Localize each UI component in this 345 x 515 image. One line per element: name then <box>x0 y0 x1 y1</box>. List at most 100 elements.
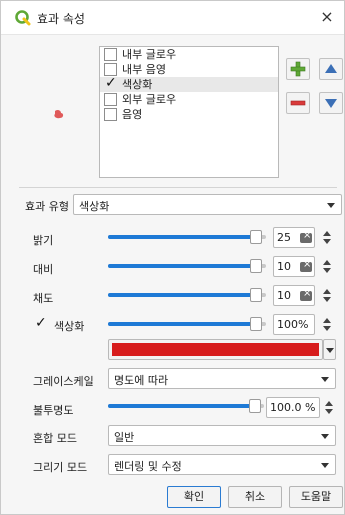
brightness-label: 밝기 <box>33 234 54 247</box>
slider-fill <box>108 293 256 297</box>
opacity-label: 불투명도 <box>33 404 74 417</box>
effect-item-drop-shadow[interactable]: 음영 <box>100 107 278 122</box>
colorize-label: 색상화 <box>54 320 85 333</box>
title-bar: 효과 속성 × <box>1 1 344 35</box>
chevron-down-icon <box>327 203 335 208</box>
contrast-value: 10 <box>277 260 291 273</box>
qgis-logo-icon <box>15 10 31 26</box>
arrow-up-icon <box>325 64 337 73</box>
contrast-slider[interactable] <box>108 259 266 273</box>
divider <box>19 187 337 188</box>
effect-item-outer-glow[interactable]: 외부 글로우 <box>100 92 278 107</box>
brightness-value: 25 <box>277 231 291 244</box>
slider-fill <box>108 322 256 326</box>
add-effect-button[interactable] <box>286 58 310 80</box>
clear-icon[interactable] <box>300 230 312 243</box>
slider-handle[interactable] <box>250 230 262 244</box>
effect-checkbox-checked[interactable] <box>104 76 117 91</box>
effect-checkbox[interactable] <box>104 93 117 106</box>
close-button[interactable]: × <box>316 6 338 28</box>
grayscale-dropdown[interactable]: 명도에 따라 <box>108 368 336 389</box>
step-up-icon[interactable] <box>323 260 331 265</box>
effect-item-colorize[interactable]: 색상화 <box>100 76 278 92</box>
slider-fill <box>108 404 255 408</box>
grayscale-label: 그레이스케일 <box>33 375 94 388</box>
blend-mode-dropdown[interactable]: 일반 <box>108 425 336 446</box>
effect-type-value: 색상화 <box>79 200 110 213</box>
draw-mode-dropdown[interactable]: 렌더링 및 수정 <box>108 454 336 475</box>
contrast-spinbox[interactable]: 10 <box>273 256 315 277</box>
saturation-spinbox[interactable]: 10 <box>273 285 315 306</box>
slider-fill <box>108 264 256 268</box>
draw-mode-value: 렌더링 및 수정 <box>114 460 182 473</box>
clear-icon[interactable] <box>300 288 312 301</box>
effect-checkbox[interactable] <box>104 108 117 121</box>
color-menu-button[interactable] <box>323 339 336 360</box>
step-down-icon[interactable] <box>323 239 331 244</box>
slider-handle[interactable] <box>250 259 262 273</box>
effect-item-label: 음영 <box>122 108 143 121</box>
remove-effect-button[interactable] <box>286 92 310 114</box>
plus-icon <box>290 61 306 77</box>
chevron-down-icon <box>321 463 329 468</box>
color-swatch <box>112 343 319 356</box>
saturation-value: 10 <box>277 289 291 302</box>
colorize-slider[interactable] <box>108 317 266 331</box>
ok-button[interactable]: 확인 <box>167 486 221 508</box>
opacity-slider[interactable] <box>108 399 264 413</box>
contrast-stepper[interactable] <box>321 256 333 277</box>
blend-mode-value: 일반 <box>114 431 135 444</box>
effect-item-label: 색상화 <box>122 78 153 91</box>
saturation-label: 채도 <box>33 292 54 305</box>
cancel-button[interactable]: 취소 <box>228 486 282 508</box>
brightness-spinbox[interactable]: 25 <box>273 227 315 248</box>
step-up-icon[interactable] <box>323 231 331 236</box>
saturation-stepper[interactable] <box>321 285 333 306</box>
colorize-value: 100% <box>277 318 309 331</box>
opacity-stepper[interactable] <box>323 397 335 418</box>
effect-item-label: 내부 음영 <box>122 63 166 76</box>
opacity-spinbox[interactable]: 100.0 % <box>266 397 320 418</box>
effect-properties-dialog: 효과 속성 × 내부 글로우 내부 음영 색상화 외부 글로우 음영 <box>0 0 345 515</box>
effects-list[interactable]: 내부 글로우 내부 음영 색상화 외부 글로우 음영 <box>99 46 279 178</box>
effect-type-dropdown[interactable]: 색상화 <box>73 194 342 215</box>
clear-icon[interactable] <box>300 259 312 272</box>
move-up-button[interactable] <box>319 58 343 80</box>
minus-icon <box>290 100 306 106</box>
saturation-slider[interactable] <box>108 288 266 302</box>
colorize-checkbox[interactable] <box>35 315 48 332</box>
color-picker-button[interactable] <box>108 339 323 360</box>
effect-type-label: 효과 유형 <box>25 200 69 213</box>
effect-item-label: 외부 글로우 <box>122 93 177 106</box>
contrast-label: 대비 <box>33 263 54 276</box>
chevron-down-icon <box>321 434 329 439</box>
step-down-icon[interactable] <box>323 268 331 273</box>
effect-item-inner-glow[interactable]: 내부 글로우 <box>100 47 278 62</box>
move-down-button[interactable] <box>319 92 343 114</box>
arrow-down-icon <box>325 99 337 108</box>
opacity-value: 100.0 % <box>270 401 316 414</box>
window-title: 효과 속성 <box>37 12 85 26</box>
step-down-icon[interactable] <box>323 297 331 302</box>
effect-item-inner-shadow[interactable]: 내부 음영 <box>100 62 278 77</box>
help-button[interactable]: 도움말 <box>289 486 343 508</box>
chevron-down-icon <box>321 377 329 382</box>
step-up-icon[interactable] <box>323 318 331 323</box>
slider-handle[interactable] <box>250 288 262 302</box>
step-up-icon[interactable] <box>325 401 333 406</box>
colorize-spinbox[interactable]: 100% <box>273 314 315 335</box>
step-up-icon[interactable] <box>323 289 331 294</box>
slider-handle[interactable] <box>250 317 262 331</box>
slider-fill <box>108 235 256 239</box>
slider-handle[interactable] <box>249 399 261 413</box>
brightness-slider[interactable] <box>108 230 266 244</box>
draw-mode-label: 그리기 모드 <box>33 461 88 474</box>
colorize-stepper[interactable] <box>321 314 333 335</box>
effect-preview-icon <box>54 109 64 119</box>
grayscale-value: 명도에 따라 <box>114 374 169 387</box>
step-down-icon[interactable] <box>323 326 331 331</box>
effect-item-label: 내부 글로우 <box>122 48 177 61</box>
brightness-stepper[interactable] <box>321 227 333 248</box>
step-down-icon[interactable] <box>325 409 333 414</box>
effect-checkbox[interactable] <box>104 48 117 61</box>
